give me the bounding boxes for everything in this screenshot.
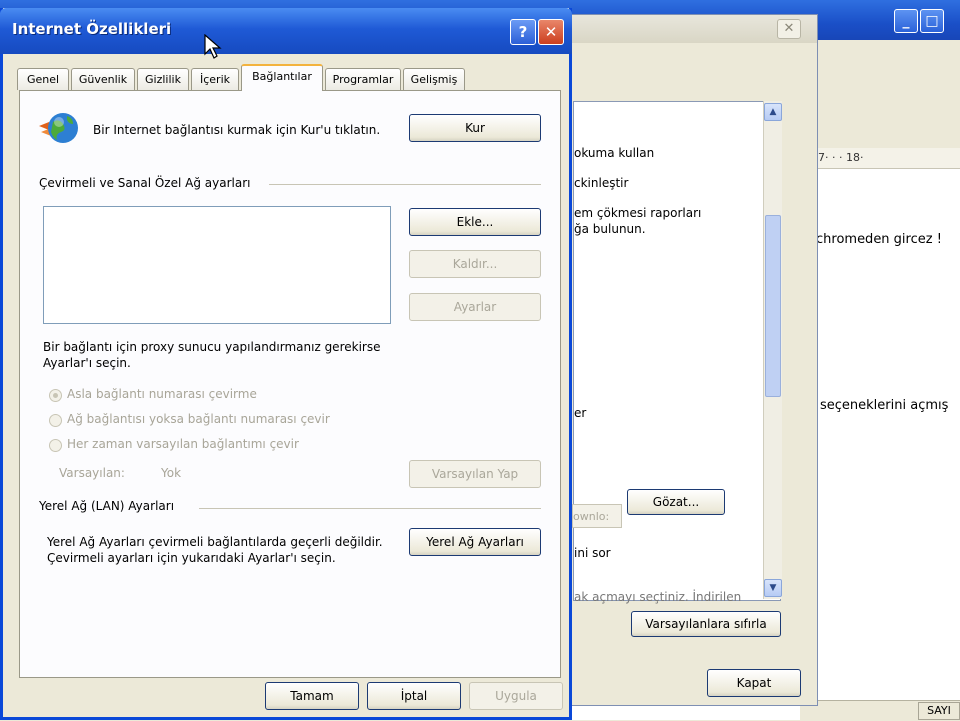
reset-defaults-button[interactable]: Varsayılanlara sıfırla (631, 611, 781, 637)
remove-button[interactable]: Kaldır... (409, 250, 541, 278)
options-line: ini sor (574, 546, 611, 560)
options-line: okuma kullan (574, 146, 655, 160)
radio-never-dial-label: Asla bağlantı numarası çevirme (67, 387, 257, 401)
close-button[interactable]: Kapat (707, 669, 801, 697)
minimize-button[interactable]: _ (894, 9, 918, 33)
options-line: er (574, 406, 587, 420)
scroll-up-arrow-icon[interactable]: ▲ (764, 103, 782, 121)
options-dialog-close-button[interactable]: ✕ (777, 19, 801, 39)
document-text-line: seçeneklerini açmış (820, 398, 949, 413)
tab-programlar[interactable]: Programlar (325, 68, 401, 90)
tab-gizlilik[interactable]: Gizlilik (137, 68, 189, 90)
globe-network-icon (39, 113, 78, 143)
radio-never-dial[interactable] (49, 389, 62, 402)
options-line: ğa bulunun. (574, 222, 646, 236)
tab-icerik[interactable]: İçerik (191, 68, 239, 90)
options-dialog: ✕ okuma kullan ckinleştir em çökmesi rap… (556, 14, 818, 706)
ruler: 7· · · 18· (812, 148, 960, 169)
scroll-thumb[interactable] (765, 215, 781, 397)
connections-list[interactable] (43, 206, 391, 324)
setup-instruction: Bir Internet bağlantısı kurmak için Kur'… (93, 123, 381, 137)
options-line: em çökmesi raporları (574, 206, 702, 220)
ok-button[interactable]: Tamam (265, 682, 359, 710)
setup-button[interactable]: Kur (409, 114, 541, 142)
proxy-instruction-line1: Bir bağlantı için proxy sunucu yapılandı… (43, 340, 381, 354)
default-connection-value: Yok (161, 466, 182, 480)
settings-button[interactable]: Ayarlar (409, 293, 541, 321)
dialup-heading: Çevirmeli ve Sanal Özel Ağ ayarları (39, 176, 251, 190)
add-button[interactable]: Ekle... (409, 208, 541, 236)
radio-dial-when-no-network[interactable] (49, 414, 62, 427)
tab-baglantilar[interactable]: Bağlantılar (241, 64, 323, 91)
section-divider (269, 184, 541, 185)
apply-button[interactable]: Uygula (469, 682, 563, 710)
options-line: ckinleştir (574, 176, 629, 190)
maximize-button[interactable]: □ (920, 9, 944, 33)
dialog-close-button[interactable]: ✕ (538, 19, 564, 45)
background-toolbar (800, 40, 960, 149)
lan-instruction-line1: Yerel Ağ Ayarları çevirmeli bağlantılard… (47, 535, 383, 549)
dialog-title: Internet Özellikleri (12, 20, 172, 38)
options-list: okuma kullan ckinleştir em çökmesi rapor… (572, 101, 781, 604)
mouse-pointer-icon (204, 34, 222, 59)
radio-always-dial-default-label: Her zaman varsayılan bağlantımı çevir (67, 437, 299, 451)
ruler-text: 7· · · 18· (818, 151, 864, 164)
scroll-down-arrow-icon[interactable]: ▼ (764, 579, 782, 597)
options-scrollbar[interactable]: ▲ ▼ (763, 101, 782, 599)
dialog-titlebar: Internet Özellikleri ? ✕ (0, 8, 572, 54)
cancel-button[interactable]: İptal (367, 682, 461, 710)
tab-genel[interactable]: Genel (17, 68, 69, 90)
radio-dial-when-no-network-label: Ağ bağlantısı yoksa bağlantı numarası çe… (67, 412, 330, 426)
default-connection-label: Varsayılan: (59, 466, 125, 480)
tab-guvenlik[interactable]: Güvenlik (71, 68, 135, 90)
document-text-line: chromeden gircez ! (816, 232, 942, 247)
status-sayi: SAYI (918, 702, 960, 720)
help-button[interactable]: ? (510, 19, 536, 45)
section-divider (199, 508, 541, 509)
lan-instruction-line2: Çevirmeli ayarları için yukarıdaki Ayarl… (47, 551, 336, 565)
tab-gelismis[interactable]: Gelişmiş (403, 68, 465, 90)
browse-button[interactable]: Gözat... (627, 489, 725, 515)
lan-heading: Yerel Ağ (LAN) Ayarları (39, 499, 175, 513)
radio-always-dial-default[interactable] (49, 439, 62, 452)
internet-properties-dialog: Internet Özellikleri ? ✕ Genel Güvenlik … (0, 8, 572, 720)
lan-settings-button[interactable]: Yerel Ağ Ayarları (409, 528, 541, 556)
proxy-instruction-line2: Ayarlar'ı seçin. (43, 356, 131, 370)
options-line: ak açmayı seçtiniz. İndirilen (574, 590, 742, 604)
set-default-button[interactable]: Varsayılan Yap (409, 460, 541, 488)
downloads-path-field[interactable]: ownlo: (572, 504, 622, 528)
